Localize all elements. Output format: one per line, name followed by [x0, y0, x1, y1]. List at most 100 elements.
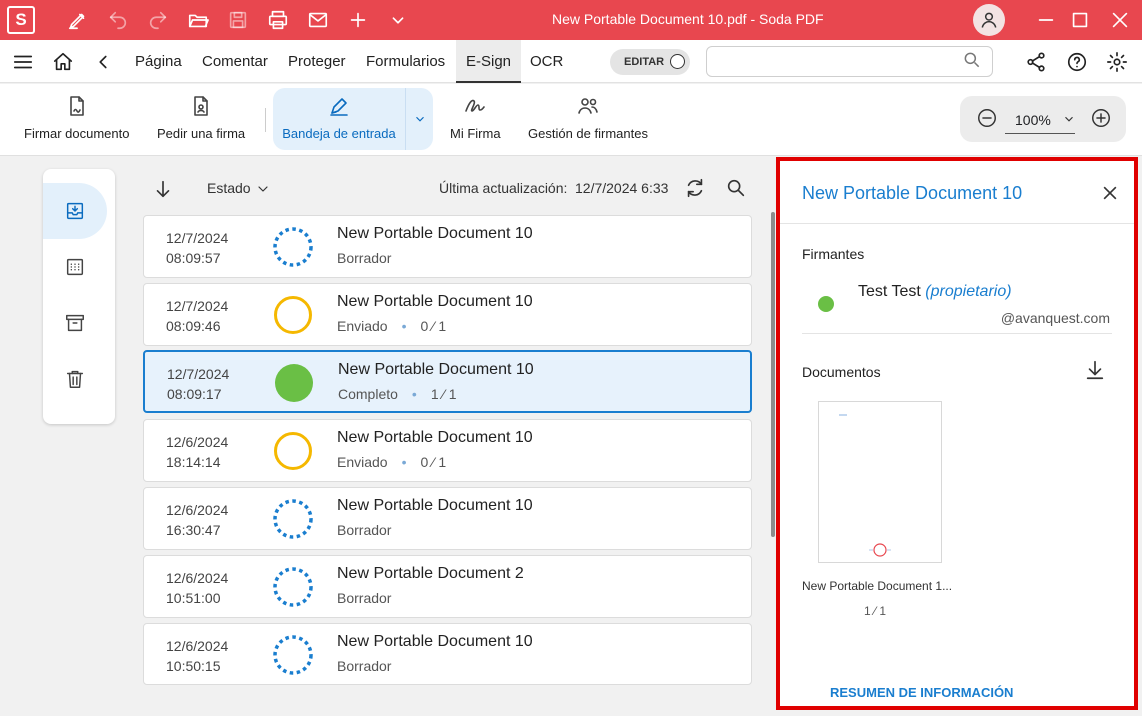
- signer-management-button[interactable]: Gestión de firmantes: [528, 84, 648, 156]
- document-row[interactable]: 12/7/2024 08:09:46 New Portable Document 1…: [143, 283, 752, 346]
- title-bar: S New Portable Document 10.pdf - Soda PD…: [0, 0, 1142, 40]
- sign-document-button[interactable]: Firmar documento: [24, 84, 129, 156]
- add-icon[interactable]: [344, 6, 372, 34]
- maximize-icon[interactable]: [1066, 6, 1094, 34]
- signer-divider: [802, 333, 1112, 334]
- home-icon[interactable]: [50, 49, 76, 75]
- row-status-text: Borrador: [337, 250, 392, 266]
- document-row[interactable]: 12/7/2024 08:09:17 New Portable Document 1…: [143, 350, 752, 413]
- row-status: Enviado • 0 ⁄ 1: [337, 454, 446, 470]
- row-status: Enviado • 0 ⁄ 1: [337, 318, 446, 334]
- row-time: 18:14:14: [166, 454, 221, 470]
- inbox-button[interactable]: Bandeja de entrada: [273, 88, 405, 150]
- document-caption: New Portable Document 1...: [802, 579, 953, 593]
- document-thumbnail[interactable]: [818, 401, 942, 563]
- refresh-icon[interactable]: [684, 177, 708, 201]
- summary-link[interactable]: RESUMEN DE INFORMACIÓN: [830, 685, 1013, 700]
- signer-status-dot: [818, 296, 834, 312]
- tab-formularios[interactable]: Formularios: [366, 40, 445, 83]
- open-folder-icon[interactable]: [184, 6, 212, 34]
- status-filter-chevron-icon[interactable]: [255, 178, 279, 202]
- row-progress: 0 ⁄ 1: [420, 454, 447, 470]
- print-icon[interactable]: [264, 6, 292, 34]
- inbox-dropdown-button[interactable]: [405, 88, 433, 150]
- document-row[interactable]: 12/6/2024 16:30:47 New Portable Document 1…: [143, 487, 752, 550]
- row-document-name: New Portable Document 10: [337, 429, 533, 446]
- inbox-nav-item[interactable]: [43, 183, 107, 239]
- tab-e-sign[interactable]: E-Sign: [456, 40, 522, 83]
- sort-arrow-down-icon[interactable]: [152, 178, 176, 202]
- row-time: 08:09:57: [166, 250, 221, 266]
- user-avatar[interactable]: [973, 4, 1005, 36]
- undo-icon[interactable]: [104, 6, 132, 34]
- list-scrollbar[interactable]: [771, 212, 775, 537]
- zoom-in-icon[interactable]: [1090, 107, 1114, 131]
- edit-toggle[interactable]: EDITAR: [610, 49, 690, 75]
- app-logo[interactable]: S: [7, 6, 35, 34]
- zoom-control: 100%: [960, 96, 1126, 142]
- soda-stamp-icon: [839, 414, 891, 557]
- pen-tool-icon[interactable]: [64, 6, 92, 34]
- tab-ocr[interactable]: OCR: [530, 40, 563, 83]
- row-progress: 0 ⁄ 1: [420, 318, 447, 334]
- my-signature-button[interactable]: Mi Firma: [450, 84, 501, 156]
- signer-name: Test Test (propietario): [858, 283, 1012, 301]
- archive-nav-item[interactable]: [43, 295, 107, 351]
- chevron-down-icon: [415, 116, 424, 122]
- list-toolbar: Estado Última actualización: 12/7/2024 6…: [143, 170, 753, 206]
- trash-nav-item[interactable]: [43, 351, 107, 407]
- row-date: 12/6/2024: [166, 638, 229, 654]
- row-status-text: Borrador: [337, 522, 392, 538]
- search-icon[interactable]: [962, 50, 986, 74]
- search-input[interactable]: [706, 46, 993, 77]
- minimize-icon[interactable]: [1032, 6, 1060, 34]
- document-row[interactable]: 12/6/2024 10:50:15 New Portable Document 1…: [143, 623, 752, 685]
- share-icon[interactable]: [1023, 49, 1049, 75]
- zoom-dropdown-icon[interactable]: [1062, 112, 1076, 126]
- document-row[interactable]: 12/7/2024 08:09:57 New Portable Document 1…: [143, 215, 752, 278]
- help-icon[interactable]: [1064, 49, 1090, 75]
- status-sent-icon: [273, 431, 313, 471]
- edit-toggle-label: EDITAR: [624, 56, 665, 68]
- tab-pagina[interactable]: Página: [135, 40, 182, 83]
- row-document-name: New Portable Document 10: [337, 293, 533, 310]
- redo-icon[interactable]: [144, 6, 172, 34]
- row-document-name: New Portable Document 10: [337, 633, 533, 650]
- draft-nav-item[interactable]: [43, 239, 107, 295]
- close-icon[interactable]: [1100, 183, 1122, 205]
- row-date: 12/7/2024: [167, 366, 230, 382]
- download-icon[interactable]: [1084, 359, 1108, 383]
- row-datetime: 12/6/2024 10:50:15: [166, 636, 228, 676]
- ribbon-separator: [265, 108, 266, 132]
- users-icon: [578, 98, 598, 114]
- signers-heading: Firmantes: [802, 246, 865, 262]
- tab-proteger[interactable]: Proteger: [288, 40, 346, 83]
- document-row[interactable]: 12/6/2024 10:51:00 New Portable Document 2…: [143, 555, 752, 618]
- trash-icon: [66, 370, 84, 388]
- back-chevron-icon[interactable]: [90, 49, 116, 75]
- row-status-text: Enviado: [337, 318, 388, 334]
- request-signature-button[interactable]: Pedir una firma: [157, 84, 245, 156]
- close-window-icon[interactable]: [1106, 6, 1134, 34]
- save-icon[interactable]: [224, 6, 252, 34]
- signature-icon: [465, 99, 486, 112]
- hamburger-menu-icon[interactable]: [10, 49, 36, 75]
- search-list-icon[interactable]: [725, 177, 749, 201]
- gear-icon[interactable]: [1104, 49, 1130, 75]
- window-title: New Portable Document 10.pdf - Soda PDF: [552, 11, 824, 27]
- status-filter[interactable]: Estado: [207, 180, 251, 196]
- last-update-value: 12/7/2024 6:33: [575, 180, 669, 196]
- signer-management-label: Gestión de firmantes: [528, 126, 648, 141]
- row-date: 12/7/2024: [166, 230, 229, 246]
- row-status: Borrador: [337, 522, 391, 538]
- row-separator-dot: •: [411, 386, 417, 402]
- document-row[interactable]: 12/6/2024 18:14:14 New Portable Document 1…: [143, 419, 752, 482]
- tab-comentar[interactable]: Comentar: [202, 40, 268, 83]
- row-date: 12/6/2024: [166, 570, 229, 586]
- document-pages: 1 ⁄ 1: [864, 604, 887, 618]
- row-document-name: New Portable Document 10: [337, 497, 533, 514]
- mail-icon[interactable]: [304, 6, 332, 34]
- row-time: 16:30:47: [166, 522, 221, 538]
- chevron-down-icon[interactable]: [384, 6, 412, 34]
- zoom-out-icon[interactable]: [976, 107, 1000, 131]
